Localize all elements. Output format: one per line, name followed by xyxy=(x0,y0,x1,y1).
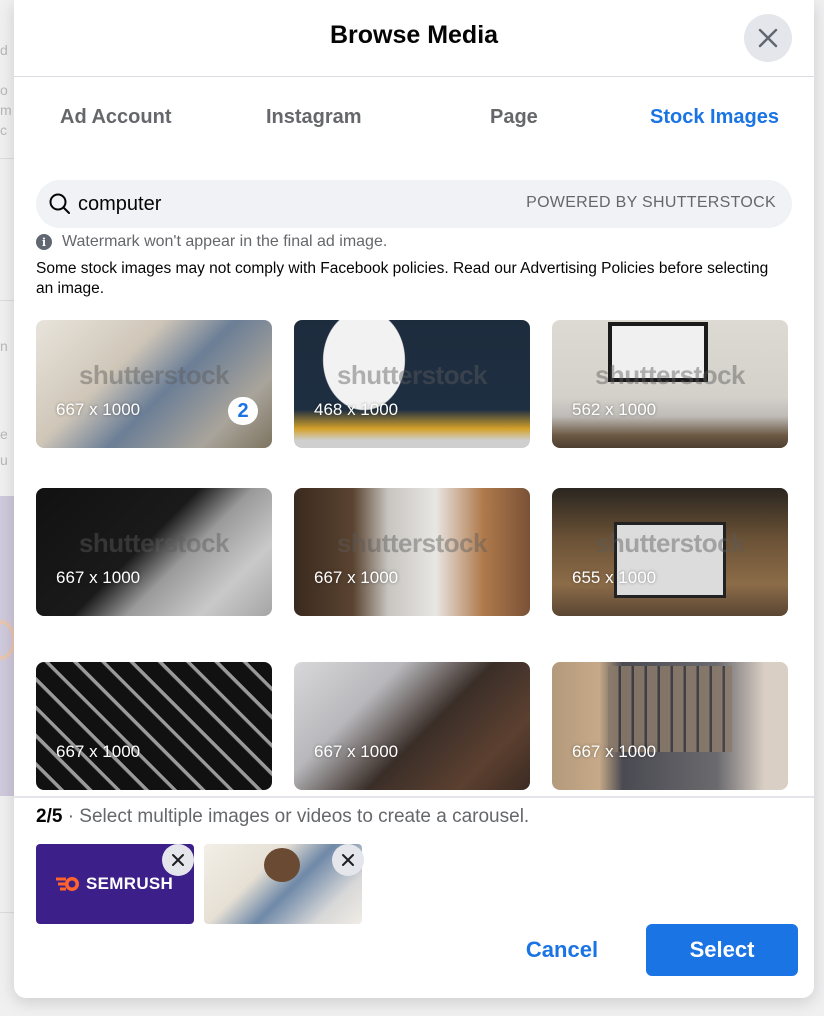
footer-divider xyxy=(14,796,814,798)
image-dimensions: 667 x 1000 xyxy=(314,742,399,761)
watermark-text: shutterstock xyxy=(78,360,230,390)
powered-by-label: POWERED BY SHUTTERSTOCK xyxy=(526,194,776,211)
semrush-label: SEMRUSH xyxy=(86,874,174,893)
modal-header: Browse Media xyxy=(14,0,814,77)
remove-selected-button[interactable] xyxy=(332,844,364,876)
background-text: n xyxy=(0,338,8,354)
search-input[interactable] xyxy=(78,190,498,218)
background-text: c xyxy=(0,122,7,138)
select-button[interactable]: Select xyxy=(646,924,798,976)
search-bar: POWERED BY SHUTTERSTOCK xyxy=(36,180,792,228)
background-divider xyxy=(0,300,14,301)
watermark-text: shutterstock xyxy=(336,360,488,390)
background-divider xyxy=(0,158,14,159)
cancel-button[interactable]: Cancel xyxy=(510,924,614,976)
selection-order-badge: 2 xyxy=(228,397,258,425)
selection-summary: 2/5 · Select multiple images or videos t… xyxy=(36,806,529,828)
semrush-flame-icon xyxy=(56,877,79,891)
image-dimensions: 667 x 1000 xyxy=(56,400,141,419)
background-text: m xyxy=(0,102,12,118)
selection-hint: · Select multiple images or videos to cr… xyxy=(62,806,530,827)
background-text: o xyxy=(0,82,8,98)
background-text: e xyxy=(0,426,8,442)
stock-image-tile[interactable]: shutterstock 667 x 1000 2 xyxy=(36,320,272,448)
remove-selected-button[interactable] xyxy=(162,844,194,876)
close-icon xyxy=(342,854,354,866)
tab-page[interactable]: Page xyxy=(490,106,538,129)
background-text: u xyxy=(0,452,8,468)
info-icon: i xyxy=(36,234,52,250)
image-dimensions: 667 x 1000 xyxy=(56,742,141,761)
image-dimensions: 562 x 1000 xyxy=(572,400,657,419)
watermark-text: shutterstock xyxy=(594,528,746,558)
image-dimensions: 667 x 1000 xyxy=(572,742,657,761)
image-dimensions: 468 x 1000 xyxy=(314,400,399,419)
background-text: d xyxy=(0,42,8,58)
watermark-text: shutterstock xyxy=(336,528,488,558)
background-divider xyxy=(0,912,14,913)
stock-image-tile[interactable]: shutterstock 562 x 1000 xyxy=(552,320,788,448)
browse-media-modal: Browse Media Ad Account Instagram Page S… xyxy=(14,0,814,998)
tab-ad-account[interactable]: Ad Account xyxy=(60,106,171,129)
search-icon xyxy=(49,193,70,214)
source-tabs: Ad Account Instagram Page Stock Images xyxy=(14,100,814,140)
modal-title: Browse Media xyxy=(329,21,499,49)
stock-image-tile[interactable]: 667 x 1000 xyxy=(36,662,272,790)
stock-image-grid[interactable]: shutterstock 667 x 1000 2 shutterstock 4… xyxy=(14,320,814,796)
stock-image-tile[interactable]: 667 x 1000 xyxy=(294,662,530,790)
stock-image-tile[interactable]: shutterstock 667 x 1000 xyxy=(294,488,530,616)
tab-stock-images[interactable]: Stock Images xyxy=(650,106,779,129)
close-button[interactable] xyxy=(744,14,792,62)
watermark-text: shutterstock xyxy=(594,360,746,390)
close-icon xyxy=(758,28,778,48)
policy-note: Some stock images may not comply with Fa… xyxy=(36,260,769,297)
watermark-note: i Watermark won't appear in the final ad… xyxy=(36,233,387,251)
semrush-logo: SEMRUSH xyxy=(56,874,173,894)
image-dimensions: 667 x 1000 xyxy=(56,568,141,587)
watermark-note-text: Watermark won't appear in the final ad i… xyxy=(62,233,388,250)
image-dimensions: 655 x 1000 xyxy=(572,568,657,587)
stock-image-tile[interactable]: shutterstock 655 x 1000 xyxy=(552,488,788,616)
watermark-text: shutterstock xyxy=(78,528,230,558)
stock-image-tile[interactable]: shutterstock 468 x 1000 xyxy=(294,320,530,448)
stock-image-tile[interactable]: 667 x 1000 xyxy=(552,662,788,790)
image-dimensions: 667 x 1000 xyxy=(314,568,399,587)
tab-instagram[interactable]: Instagram xyxy=(266,106,362,129)
selection-count: 2/5 xyxy=(36,806,63,827)
close-icon xyxy=(172,854,184,866)
stock-image-tile[interactable]: shutterstock 667 x 1000 xyxy=(36,488,272,616)
